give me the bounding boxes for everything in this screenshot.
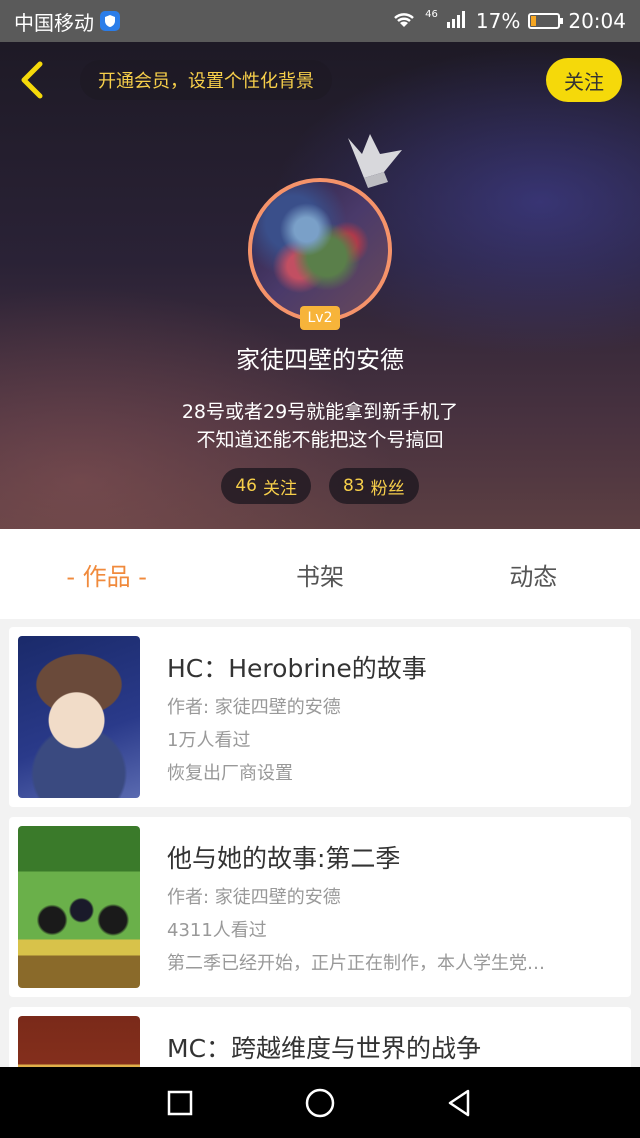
work-views: 1万人看过	[167, 730, 251, 751]
work-cover	[18, 826, 140, 988]
wifi-icon	[391, 9, 417, 34]
work-author: 作者: 家徒四壁的安德	[167, 887, 341, 908]
follow-button[interactable]: 关注	[546, 58, 622, 102]
battery-fill	[531, 16, 537, 26]
list-item[interactable]: MC：跨越维度与世界的战争	[9, 1007, 631, 1067]
home-button[interactable]	[304, 1087, 336, 1119]
tab-activity[interactable]: 动态	[427, 529, 640, 619]
profile-header: 开通会员，设置个性化背景 关注 Lv2 家徒四壁的安德 28号或者29号就能拿到…	[0, 42, 640, 529]
level-badge: Lv2	[300, 306, 340, 330]
carrier-name: 中国移动	[14, 10, 94, 35]
work-title: MC：跨越维度与世界的战争	[167, 1034, 482, 1063]
back-button[interactable]	[14, 58, 54, 102]
network-type: 46	[425, 8, 438, 20]
bio-line-1: 28号或者29号就能拿到新手机了	[181, 401, 459, 423]
work-cover	[18, 1016, 140, 1067]
recent-apps-button[interactable]	[164, 1087, 196, 1119]
tab-bookshelf[interactable]: 书架	[213, 529, 426, 619]
clock: 20:04	[568, 9, 626, 33]
work-description: 恢复出厂商设置	[167, 763, 293, 784]
bio: 28号或者29号就能拿到新手机了 不知道还能不能把这个号搞回	[0, 398, 640, 454]
vip-banner[interactable]: 开通会员，设置个性化背景	[80, 60, 332, 100]
work-description: 第二季已经开始，正片正在制作，本人学生党…	[167, 953, 545, 974]
triangle-back-icon	[448, 1089, 470, 1116]
battery-percent: 17%	[475, 9, 521, 33]
list-item[interactable]: HC：Herobrine的故事 作者: 家徒四壁的安德 1万人看过 恢复出厂商设…	[9, 627, 631, 807]
square-icon	[167, 1090, 193, 1115]
work-views: 4311人看过	[167, 920, 267, 941]
following-label: 关注	[263, 478, 297, 499]
work-author: 作者: 家徒四壁的安德	[167, 697, 341, 718]
crown-icon	[348, 134, 402, 188]
bio-line-2: 不知道还能不能把这个号搞回	[196, 429, 444, 451]
status-right: 46 17% 20:04	[391, 9, 626, 34]
work-title: 他与她的故事:第二季	[167, 844, 401, 873]
navigation-bar	[0, 1067, 640, 1138]
tab-bar: - 作品 - 书架 动态	[0, 529, 640, 619]
tab-works[interactable]: - 作品 -	[0, 529, 213, 619]
fans-label: 粉丝	[370, 478, 405, 499]
status-left: 中国移动	[14, 7, 120, 36]
chevron-left-icon	[21, 61, 43, 99]
work-cover	[18, 636, 140, 798]
list-item[interactable]: 他与她的故事:第二季 作者: 家徒四壁的安德 4311人看过 第二季已经开始，正…	[9, 817, 631, 997]
works-list: HC：Herobrine的故事 作者: 家徒四壁的安德 1万人看过 恢复出厂商设…	[0, 619, 640, 1067]
shield-icon	[100, 11, 120, 31]
system-back-button[interactable]	[444, 1087, 476, 1119]
following-count: 46	[235, 476, 257, 496]
avatar[interactable]	[248, 178, 392, 322]
username: 家徒四壁的安德	[236, 346, 404, 374]
signal-icon	[446, 9, 468, 33]
fans-stat[interactable]: 83 粉丝	[329, 468, 419, 504]
fans-count: 83	[343, 476, 365, 496]
status-bar: 中国移动 46 17% 20:04	[0, 0, 640, 42]
circle-icon	[305, 1088, 335, 1117]
following-stat[interactable]: 46 关注	[221, 468, 311, 504]
battery-icon	[528, 13, 564, 29]
stats: 46 关注 83 粉丝	[0, 468, 640, 504]
work-title: HC：Herobrine的故事	[167, 654, 427, 683]
